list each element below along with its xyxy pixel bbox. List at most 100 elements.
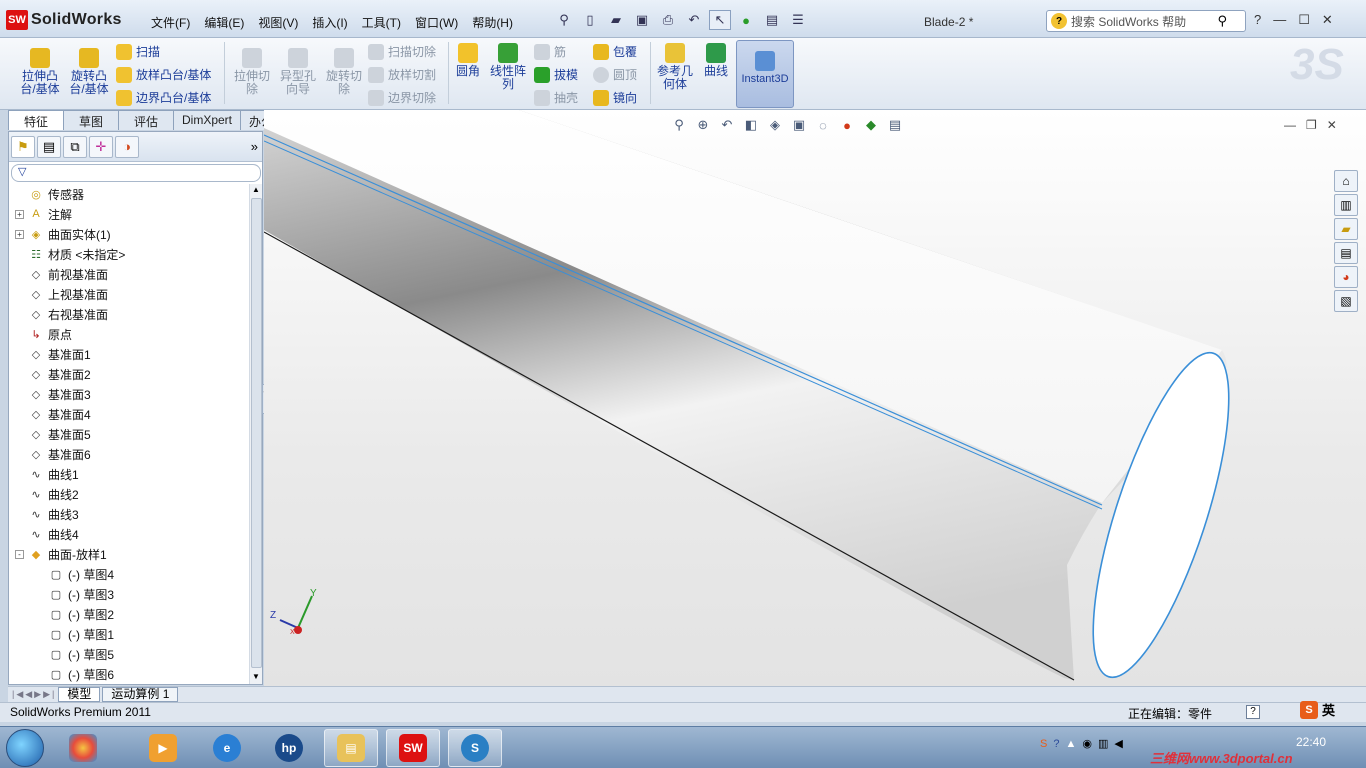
help-search-box[interactable]: ? 搜索 SolidWorks 帮助 ⚲: [1046, 10, 1246, 32]
tree-item[interactable]: ∿ 曲线2: [15, 484, 78, 504]
taskbar-media-player[interactable]: ▶: [136, 729, 190, 767]
ime-indicator[interactable]: S 英: [1300, 700, 1335, 719]
draft-button[interactable]: 拔模: [534, 66, 578, 83]
fillet-button[interactable]: 圆角: [452, 43, 484, 78]
tab-dimxpert[interactable]: DimXpert: [173, 110, 242, 130]
extrude-cut-button[interactable]: 拉伸切 除: [230, 48, 274, 96]
tray-sogou-icon[interactable]: S: [1040, 738, 1047, 750]
hole-wizard-button[interactable]: 异型孔 向导: [276, 48, 320, 96]
taskbar-hp[interactable]: hp: [262, 729, 316, 767]
taskbar-solidworks[interactable]: SW: [386, 729, 440, 767]
tab-sketch[interactable]: 草图: [63, 110, 119, 130]
tree-scrollbar[interactable]: ▲ ▼: [249, 184, 262, 684]
swept-cut-button[interactable]: 扫描切除: [368, 43, 436, 60]
lofted-cut-button[interactable]: 放样切割: [368, 66, 436, 83]
extrude-boss-button[interactable]: 拉伸凸 台/基体: [18, 48, 62, 96]
expand-toggle-icon[interactable]: +: [15, 209, 24, 219]
rebuild-icon[interactable]: ●: [735, 10, 757, 30]
linear-pattern-button[interactable]: 线性阵 列: [488, 43, 528, 91]
display-style-icon[interactable]: ▣: [790, 116, 808, 134]
undo-icon[interactable]: ↶: [683, 10, 705, 30]
design-library-icon[interactable]: ▥: [1334, 194, 1358, 216]
taskbar-clock[interactable]: 22:40: [1296, 735, 1326, 749]
tree-item[interactable]: ▢ (-) 草图6: [35, 664, 114, 684]
revolve-boss-button[interactable]: 旋转凸 台/基体: [67, 48, 111, 96]
select-arrow-icon[interactable]: ↖: [709, 10, 731, 30]
configuration-manager-icon[interactable]: ⧉: [63, 135, 87, 158]
tree-item[interactable]: ◇ 上视基准面: [15, 284, 108, 304]
rib-button[interactable]: 筋: [534, 43, 566, 60]
tree-item[interactable]: ∿ 曲线4: [15, 524, 78, 544]
menu-view[interactable]: 视图(V): [251, 12, 305, 33]
menu-help[interactable]: 帮助(H): [465, 12, 520, 33]
help-menu-icon[interactable]: ?: [1254, 12, 1261, 28]
tree-item[interactable]: ◇ 前视基准面: [15, 264, 108, 284]
menu-edit[interactable]: 编辑(E): [197, 12, 251, 33]
mirror-button[interactable]: 镜向: [593, 89, 637, 106]
tree-item[interactable]: ◇ 基准面3: [15, 384, 91, 404]
tab-evaluate[interactable]: 评估: [118, 110, 174, 130]
tree-item[interactable]: ◇ 基准面1: [15, 344, 91, 364]
taskbar-explorer[interactable]: ▤: [324, 729, 378, 767]
tree-item[interactable]: ∿ 曲线1: [15, 464, 78, 484]
shell-button[interactable]: 抽壳: [534, 89, 578, 106]
tree-item[interactable]: ☷ 材质 <未指定>: [15, 244, 125, 264]
scroll-up-icon[interactable]: ▲: [252, 185, 260, 194]
pin-icon[interactable]: ⚲: [553, 10, 575, 30]
tree-item[interactable]: + ◈ 曲面实体(1): [15, 224, 111, 244]
view-orientation-icon[interactable]: ◈: [766, 116, 784, 134]
solidworks-resources-icon[interactable]: ⌂: [1334, 170, 1358, 192]
view-settings-icon[interactable]: ▤: [886, 116, 904, 134]
collapse-toggle-icon[interactable]: -: [15, 549, 24, 559]
curves-button[interactable]: 曲线: [700, 43, 732, 78]
tree-item[interactable]: ◇ 右视基准面: [15, 304, 108, 324]
edit-appearance-icon[interactable]: ●: [838, 116, 856, 134]
tree-item[interactable]: ▢ (-) 草图4: [35, 564, 114, 584]
taskbar-app[interactable]: S: [448, 729, 502, 767]
status-help-icon[interactable]: ?: [1246, 705, 1260, 719]
previous-view-icon[interactable]: ↶: [718, 116, 736, 134]
tree-item[interactable]: ▢ (-) 草图2: [35, 604, 114, 624]
boundary-cut-button[interactable]: 边界切除: [368, 89, 436, 106]
taskbar-picasa[interactable]: [56, 729, 110, 767]
tree-item[interactable]: + A 注解: [15, 204, 72, 224]
start-button[interactable]: [6, 729, 44, 767]
maximize-icon[interactable]: ☐: [1298, 12, 1310, 28]
viewport-minimize-icon[interactable]: —: [1284, 118, 1296, 132]
menu-window[interactable]: 窗口(W): [408, 12, 465, 33]
menu-file[interactable]: 文件(F): [144, 12, 197, 33]
custom-properties-icon[interactable]: ▧: [1334, 290, 1358, 312]
instant3d-button[interactable]: Instant3D: [736, 40, 794, 108]
tree-filter-input[interactable]: ▽: [11, 164, 261, 182]
view-palette-icon[interactable]: ▤: [1334, 242, 1358, 264]
print-icon[interactable]: ⎙: [657, 10, 679, 30]
search-icon[interactable]: ⚲: [1217, 13, 1227, 29]
property-manager-icon[interactable]: ▤: [37, 135, 61, 158]
viewport-close-icon[interactable]: ✕: [1327, 118, 1337, 132]
menu-insert[interactable]: 插入(I): [305, 12, 354, 33]
save-icon[interactable]: ▣: [631, 10, 653, 30]
feature-tree-icon[interactable]: ⚑: [11, 135, 35, 158]
tray-expand-icon[interactable]: ▲: [1065, 738, 1076, 750]
expand-toggle-icon[interactable]: +: [15, 229, 24, 239]
hide-show-items-icon[interactable]: ◌: [814, 116, 832, 134]
tree-item[interactable]: ◇ 基准面4: [15, 404, 91, 424]
tree-item[interactable]: - ◆ 曲面-放样1: [15, 544, 107, 564]
taskbar-internet-explorer[interactable]: e: [200, 729, 254, 767]
file-explorer-icon[interactable]: ▰: [1334, 218, 1358, 240]
tab-features[interactable]: 特征: [8, 110, 64, 130]
reference-geometry-button[interactable]: 参考几 何体: [654, 43, 696, 91]
tree-item[interactable]: ◇ 基准面6: [15, 444, 91, 464]
tray-help-icon[interactable]: ?: [1053, 738, 1059, 750]
tray-volume-icon[interactable]: ◀: [1114, 737, 1122, 750]
wrap-button[interactable]: 包覆: [593, 43, 637, 60]
viewport-restore-icon[interactable]: ❐: [1306, 118, 1317, 132]
boundary-boss-button[interactable]: 边界凸台/基体: [116, 89, 211, 106]
sweep-button[interactable]: 扫描: [116, 43, 160, 60]
revolve-cut-button[interactable]: 旋转切 除: [322, 48, 366, 96]
close-icon[interactable]: ✕: [1322, 12, 1333, 28]
tree-item[interactable]: ∿ 曲线3: [15, 504, 78, 524]
file-properties-icon[interactable]: ▤: [761, 10, 783, 30]
tree-item[interactable]: ◇ 基准面5: [15, 424, 91, 444]
tray-qq-icon[interactable]: ◉: [1082, 737, 1092, 750]
